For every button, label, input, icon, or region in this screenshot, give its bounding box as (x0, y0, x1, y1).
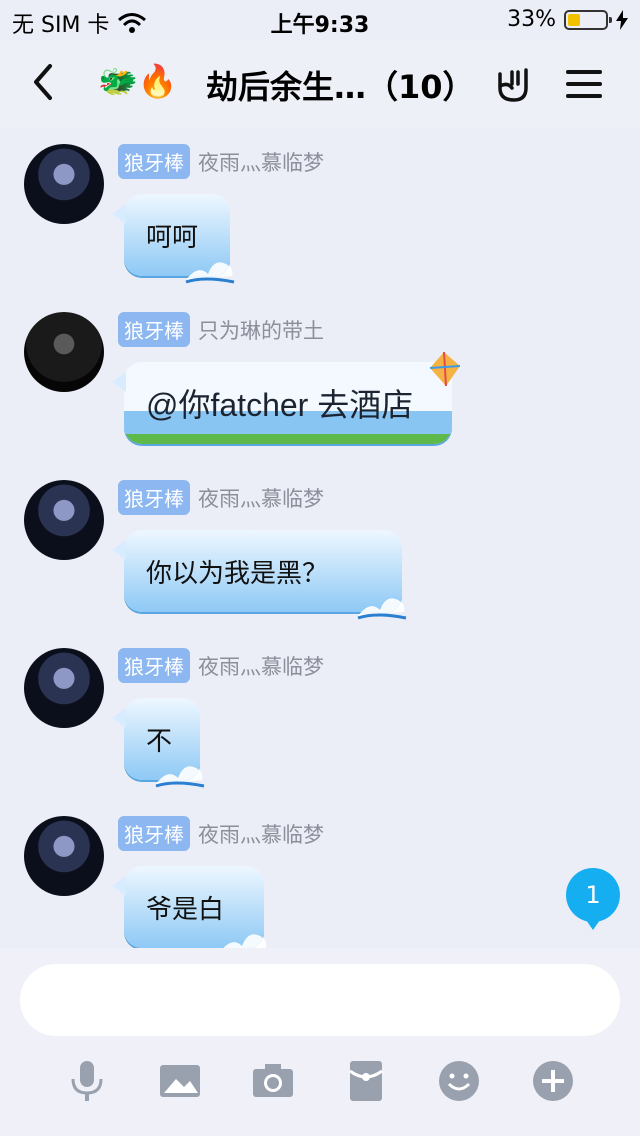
avatar[interactable] (24, 648, 104, 728)
chat-area[interactable]: 狼牙棒 夜雨灬慕临梦 呵呵 狼牙棒 只为琳的带土 @你fatcher 去酒店 狼… (0, 128, 640, 948)
message-text: 你以为我是黑？ (146, 558, 329, 589)
member-badge: 狼牙棒 (118, 312, 190, 347)
battery-percent: 33% (507, 7, 556, 32)
back-icon[interactable] (28, 62, 60, 102)
charging-icon (616, 9, 628, 30)
message-bubble[interactable]: 你以为我是黑？ (112, 530, 407, 620)
message-bubble[interactable]: 呵呵 (112, 194, 235, 284)
sender-nickname: 夜雨灬慕临梦 (198, 654, 324, 679)
avatar[interactable] (24, 144, 104, 224)
menu-icon[interactable] (566, 68, 602, 100)
avatar[interactable] (24, 480, 104, 560)
avatar[interactable] (24, 312, 104, 392)
group-emoji: 🐲🔥 (98, 62, 178, 100)
battery-icon (564, 9, 612, 30)
sender-nickname: 夜雨灬慕临梦 (198, 822, 324, 847)
nav-bar: 🐲🔥 劫后余生…（10） (0, 40, 640, 128)
sender-nickname: 夜雨灬慕临梦 (198, 486, 324, 511)
message-bubble[interactable]: 爷是白 (112, 866, 267, 948)
message-text: 不 (146, 726, 173, 757)
wave-decoration-icon (155, 766, 205, 788)
wave-decoration-icon (357, 598, 407, 620)
input-bar (0, 948, 640, 1136)
sender-nickname: 夜雨灬慕临梦 (198, 150, 324, 175)
unread-count-badge[interactable]: 1 (566, 868, 620, 930)
image-icon[interactable] (155, 1056, 205, 1106)
message-text: @你fatcher 去酒店 (146, 387, 414, 423)
status-right: 33% (507, 7, 628, 32)
red-packet-icon[interactable] (341, 1056, 391, 1106)
chat-title[interactable]: 劫后余生…（10） (206, 62, 475, 108)
member-badge: 狼牙棒 (118, 816, 190, 851)
wave-decoration-icon (185, 262, 235, 284)
message-bubble[interactable]: 不 (112, 698, 205, 788)
message-meta: 狼牙棒 夜雨灬慕临梦 (118, 648, 324, 683)
message-meta: 狼牙棒 夜雨灬慕临梦 (118, 144, 324, 179)
avatar[interactable] (24, 816, 104, 896)
message-text: 爷是白 (146, 894, 225, 925)
microphone-icon[interactable] (62, 1056, 112, 1106)
member-badge: 狼牙棒 (118, 144, 190, 179)
wave-decoration-icon (223, 934, 267, 948)
message-meta: 狼牙棒 夜雨灬慕临梦 (118, 480, 324, 515)
message-input[interactable] (20, 964, 620, 1036)
message-meta: 狼牙棒 夜雨灬慕临梦 (118, 816, 324, 851)
hand-gesture-icon[interactable] (494, 64, 534, 104)
message-text: 呵呵 (146, 222, 199, 253)
emoji-icon[interactable] (434, 1056, 484, 1106)
plus-icon[interactable] (528, 1056, 578, 1106)
member-badge: 狼牙棒 (118, 648, 190, 683)
message-bubble[interactable]: @你fatcher 去酒店 (112, 351, 461, 444)
status-bar: 无 SIM 卡 上午9:33 33% (0, 0, 640, 40)
message-meta: 狼牙棒 只为琳的带土 (118, 312, 324, 347)
sender-nickname: 只为琳的带土 (198, 318, 324, 343)
camera-icon[interactable] (248, 1056, 298, 1106)
kite-icon (429, 351, 461, 387)
member-badge: 狼牙棒 (118, 480, 190, 515)
input-toolbar (0, 1056, 640, 1116)
